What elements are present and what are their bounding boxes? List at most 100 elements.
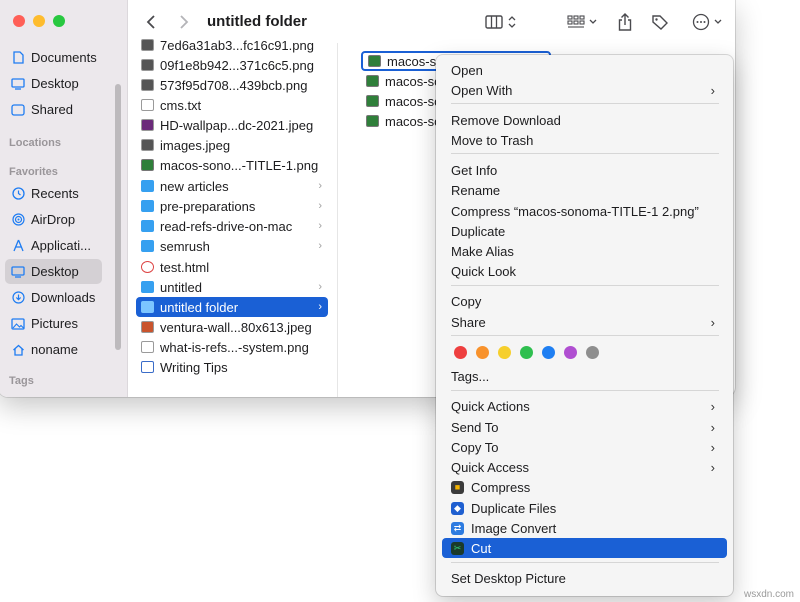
list-item[interactable]: untitled ›	[136, 277, 328, 297]
sidebar-item-label: Downloads	[31, 290, 96, 305]
airdrop-icon	[11, 213, 25, 227]
tags-header: Tags	[9, 375, 34, 387]
list-item[interactable]: pre-preparations ›	[136, 196, 328, 216]
sidebar-item-applications[interactable]: Applicati...	[5, 233, 102, 258]
home-icon	[11, 343, 25, 357]
more-actions-button[interactable]	[690, 12, 724, 32]
image-convert-app-icon: ⇄	[451, 521, 464, 535]
menu-item-image-convert[interactable]: ⇄ Image Convert	[442, 518, 727, 538]
list-item[interactable]: cms.txt	[136, 95, 328, 115]
close-window-button[interactable]	[13, 15, 25, 27]
sidebar-item-pictures[interactable]: Pictures	[5, 311, 102, 336]
menu-item-set-desktop-picture[interactable]: Set Desktop Picture	[442, 568, 727, 588]
text-file-icon	[141, 99, 154, 111]
menu-separator	[451, 562, 719, 563]
menu-item-quick-access[interactable]: Quick Access ›	[442, 457, 727, 477]
sidebar-item-label: Applicati...	[31, 238, 91, 253]
sidebar-item-label: Recents	[31, 186, 79, 201]
download-icon	[11, 291, 25, 305]
tag-button[interactable]	[650, 12, 670, 32]
tag-icon	[652, 15, 668, 30]
list-item[interactable]: new articles ›	[136, 176, 328, 196]
chevron-right-icon: ›	[710, 314, 715, 330]
sidebar-item-noname[interactable]: noname	[5, 337, 102, 362]
back-button[interactable]	[142, 12, 160, 32]
folder-icon	[141, 220, 154, 232]
menu-item-remove-download[interactable]: Remove Download	[442, 110, 727, 130]
menu-item-send-to[interactable]: Send To ›	[442, 417, 727, 437]
image-file-icon	[141, 79, 154, 91]
purple-tag-icon[interactable]	[564, 346, 577, 359]
menu-item-copy[interactable]: Copy	[442, 291, 727, 311]
share-button[interactable]	[616, 12, 634, 32]
menu-item-open-with[interactable]: Open With ›	[442, 80, 727, 100]
sidebar-item-documents[interactable]: Documents	[5, 45, 102, 70]
menu-item-get-info[interactable]: Get Info	[442, 160, 727, 180]
document-icon	[11, 51, 25, 65]
minimize-window-button[interactable]	[33, 15, 45, 27]
chevron-down-icon	[714, 19, 722, 24]
sidebar-item-recents[interactable]: Recents	[5, 181, 102, 206]
menu-item-quick-actions[interactable]: Quick Actions ›	[442, 396, 727, 416]
list-item[interactable]: 573f95d708...439bcb.png	[136, 75, 328, 95]
list-item[interactable]: Writing Tips	[136, 357, 328, 377]
gray-tag-icon[interactable]	[586, 346, 599, 359]
green-tag-icon[interactable]	[520, 346, 533, 359]
list-item[interactable]: 7ed6a31ab3...fc16c91.png	[136, 35, 328, 55]
menu-item-quick-look[interactable]: Quick Look	[442, 261, 727, 281]
ellipsis-circle-icon	[692, 13, 710, 31]
list-item[interactable]: 09f1e8b942...371c6c5.png	[136, 55, 328, 75]
menu-item-share[interactable]: Share ›	[442, 312, 727, 332]
list-item[interactable]: semrush ›	[136, 236, 328, 256]
image-file-icon	[141, 341, 154, 353]
menu-separator	[451, 103, 719, 104]
duplicate-files-app-icon: ◆	[451, 501, 464, 515]
yellow-tag-icon[interactable]	[498, 346, 511, 359]
word-document-icon	[141, 361, 154, 373]
share-icon	[618, 13, 632, 31]
sidebar-item-downloads[interactable]: Downloads	[5, 285, 102, 310]
folder-icon	[141, 180, 154, 192]
group-button[interactable]	[564, 12, 600, 32]
chevron-right-icon: ›	[710, 82, 715, 98]
menu-item-open[interactable]: Open	[442, 60, 727, 80]
sidebar-item-airdrop[interactable]: AirDrop	[5, 207, 102, 232]
sidebar-item-shared[interactable]: Shared	[5, 97, 102, 122]
blue-tag-icon[interactable]	[542, 346, 555, 359]
sidebar-item-desktop-favorite[interactable]: Desktop	[5, 259, 102, 284]
list-item[interactable]: read-refs-drive-on-mac ›	[136, 216, 328, 236]
sidebar-item-desktop[interactable]: Desktop	[5, 71, 102, 96]
menu-item-duplicate[interactable]: Duplicate	[442, 221, 727, 241]
view-options-button[interactable]	[480, 12, 520, 32]
menu-item-duplicate-files[interactable]: ◆ Duplicate Files	[442, 498, 727, 518]
sidebar-item-label: Desktop	[31, 76, 79, 91]
menu-item-compress[interactable]: Compress “macos-sonoma-TITLE-1 2.png”	[442, 201, 727, 221]
clock-icon	[11, 187, 25, 201]
list-item[interactable]: macos-sono...-TITLE-1.png	[136, 155, 328, 175]
forward-button[interactable]	[175, 12, 193, 32]
menu-item-copy-to[interactable]: Copy To ›	[442, 437, 727, 457]
sidebar-scrollbar[interactable]	[115, 84, 121, 350]
chevron-right-icon: ›	[318, 200, 322, 212]
menu-item-compress-service[interactable]: ■ Compress	[442, 477, 727, 497]
menu-item-move-to-trash[interactable]: Move to Trash	[442, 130, 727, 150]
chevron-right-icon: ›	[318, 301, 322, 313]
list-item[interactable]: what-is-refs...-system.png	[136, 337, 328, 357]
menu-item-cut[interactable]: ✂ Cut	[442, 538, 727, 558]
red-tag-icon[interactable]	[454, 346, 467, 359]
list-item[interactable]: test.html	[136, 257, 328, 277]
list-item[interactable]: ventura-wall...80x613.jpeg	[136, 317, 328, 337]
menu-item-make-alias[interactable]: Make Alias	[442, 241, 727, 261]
list-item-selected[interactable]: untitled folder ›	[136, 297, 328, 317]
menu-item-rename[interactable]: Rename	[442, 180, 727, 200]
zoom-window-button[interactable]	[53, 15, 65, 27]
orange-tag-icon[interactable]	[476, 346, 489, 359]
list-item[interactable]: images.jpeg	[136, 135, 328, 155]
image-file-icon	[366, 115, 379, 127]
menu-item-tags[interactable]: Tags...	[442, 366, 727, 386]
list-item[interactable]: HD-wallpap...dc-2021.jpeg	[136, 115, 328, 135]
sidebar-item-label: noname	[31, 342, 78, 357]
menu-separator	[451, 285, 719, 286]
image-file-icon	[141, 139, 154, 151]
chevron-right-icon	[180, 15, 189, 29]
